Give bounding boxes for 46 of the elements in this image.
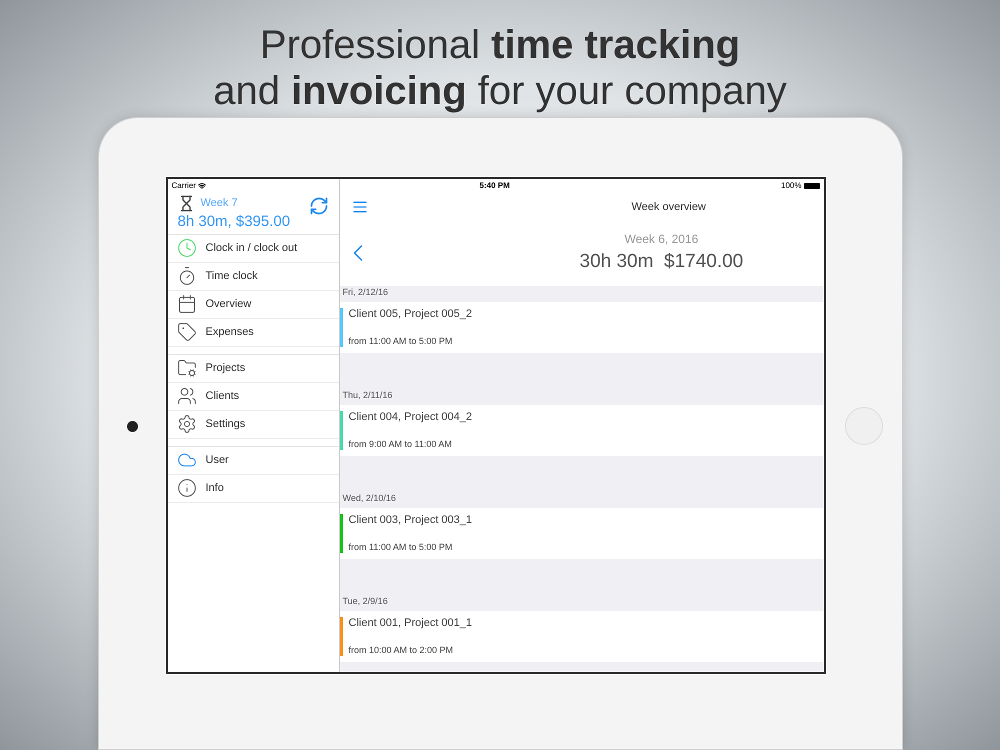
menu-item[interactable]: Overview bbox=[168, 290, 338, 319]
folder-gear-icon bbox=[176, 358, 196, 378]
carrier-label: Carrier bbox=[172, 180, 196, 192]
time-entry[interactable]: Client 003, Project 003_1 from 11:00 AM to 5:00 PM bbox=[340, 508, 824, 559]
entry-title: Client 001, Project 001_1 bbox=[348, 616, 472, 630]
week-summary: 30h 30m $1740.00 bbox=[580, 250, 744, 274]
headline: Professional time tracking bbox=[260, 22, 740, 68]
menu-icon[interactable] bbox=[352, 198, 368, 215]
info-icon bbox=[176, 478, 196, 498]
wifi-icon bbox=[198, 182, 206, 190]
week-total: 8h 30m, $395.00 bbox=[178, 212, 290, 232]
settings-icon bbox=[176, 414, 196, 434]
menu-item[interactable]: User bbox=[168, 446, 338, 475]
entry-time: from 11:00 AM to 5:00 PM bbox=[348, 336, 454, 347]
entry-time: from 10:00 AM to 2:00 PM bbox=[348, 644, 454, 656]
entry-title: Client 005, Project 005_2 bbox=[348, 308, 472, 321]
menu-item[interactable]: Clock in / clock out bbox=[168, 234, 338, 263]
day-header: Tue, 2/9/16 bbox=[342, 595, 388, 608]
battery-icon bbox=[804, 182, 820, 189]
entry-title: Client 004, Project 004_2 bbox=[348, 410, 472, 424]
calendar-icon bbox=[176, 294, 196, 314]
entry-time: from 11:00 AM to 5:00 PM bbox=[348, 542, 454, 553]
menu-item[interactable]: Projects bbox=[168, 354, 338, 383]
headline: and invoicing for your company bbox=[213, 68, 787, 114]
week-label: Week 7 bbox=[200, 196, 238, 212]
entry-time: from 9:00 AM to 11:00 AM bbox=[348, 438, 453, 450]
menu-item[interactable]: Info bbox=[168, 474, 338, 503]
clock-icon bbox=[176, 238, 196, 258]
camera-icon bbox=[126, 420, 138, 432]
menu-item[interactable]: Expenses bbox=[168, 318, 338, 347]
week-title: Week 6, 2016 bbox=[624, 231, 698, 248]
day-header: Fri, 2/12/16 bbox=[342, 286, 388, 300]
time-entry[interactable]: Client 004, Project 004_2 from 9:00 AM to 11:00 AM bbox=[340, 404, 824, 456]
menu-item[interactable]: Settings bbox=[168, 410, 338, 439]
day-header: Thu, 2/11/16 bbox=[342, 389, 392, 402]
status-time: 5:40 PM bbox=[480, 180, 510, 192]
day-header: Wed, 2/10/16 bbox=[342, 492, 396, 506]
nav-title: Week overview bbox=[632, 200, 706, 215]
sync-icon[interactable] bbox=[308, 196, 328, 216]
time-entry[interactable]: Client 005, Project 005_2 from 11:00 AM to 5:00 PM bbox=[340, 302, 824, 353]
tag-icon bbox=[176, 322, 196, 342]
menu-item[interactable]: Clients bbox=[168, 382, 338, 411]
battery-label: 100% bbox=[781, 180, 802, 192]
menu-item[interactable]: Time clock bbox=[168, 262, 338, 291]
entry-title: Client 003, Project 003_1 bbox=[348, 514, 472, 527]
time-entry[interactable]: Client 001, Project 001_1 from 10:00 AM to 2:00 PM bbox=[340, 610, 824, 662]
